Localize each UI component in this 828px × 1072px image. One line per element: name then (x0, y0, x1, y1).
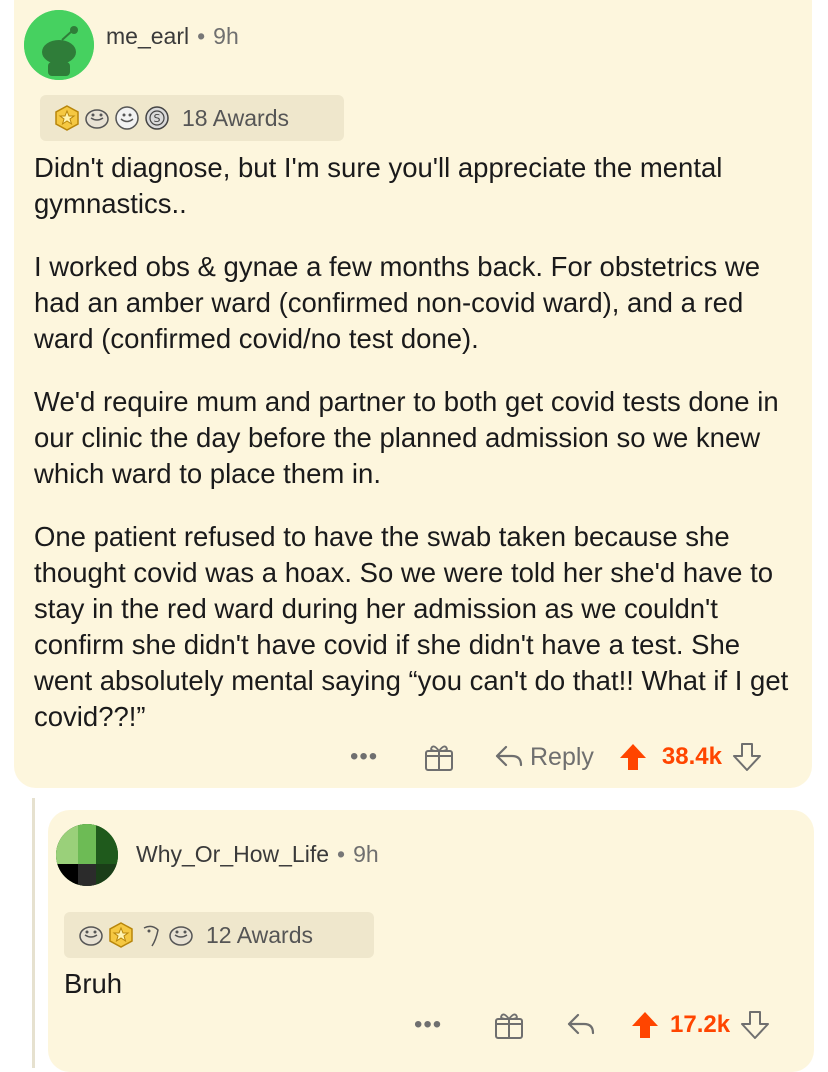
separator-dot: • (197, 23, 206, 49)
more-options-button[interactable]: ••• (414, 1011, 464, 1039)
thread-line (32, 798, 35, 1068)
comment-paragraph: We'd require mum and partner to both get… (34, 386, 779, 489)
awards-count: 18 Awards (182, 104, 289, 131)
avatar[interactable] (24, 10, 94, 80)
reply-arrow-icon (495, 745, 523, 767)
awards-bar[interactable]: S 18 Awards (40, 95, 344, 141)
awards-count: 12 Awards (206, 921, 313, 948)
downvote-arrow-icon[interactable] (740, 1010, 770, 1040)
username[interactable]: me_earl (106, 23, 189, 49)
separator-dot: • (337, 841, 346, 867)
gift-icon[interactable] (492, 1010, 526, 1040)
reply-author[interactable]: Why_Or_How_Life • 9h (136, 841, 379, 868)
reply-actions: ••• 17.2k (414, 1010, 770, 1040)
wholesome-award-icon (79, 926, 103, 946)
silver-award-icon (143, 925, 159, 947)
vote-score: 38.4k (661, 743, 722, 770)
silver-award-icon (115, 106, 139, 130)
gold-award-icon (109, 922, 133, 948)
avatar[interactable] (56, 824, 118, 886)
reply-label: Reply (530, 742, 594, 771)
gold-award-icon (55, 105, 79, 131)
downvote-arrow-icon[interactable] (732, 742, 762, 772)
reply-arrow-icon[interactable] (566, 1012, 596, 1038)
comment-actions: ••• Reply 38.4k (350, 742, 762, 772)
comment-paragraph: I worked obs & gynae a few months back. … (34, 251, 761, 354)
comment-paragraph: Didn't diagnose, but I'm sure you'll app… (34, 152, 723, 219)
wholesome-award-icon (169, 926, 193, 946)
pixel-avatar-icon (56, 824, 118, 886)
more-options-button[interactable]: ••• (350, 743, 400, 771)
awards-bar[interactable]: 12 Awards (64, 912, 374, 958)
wholesome-award-icon (85, 109, 109, 129)
upvote-arrow-icon[interactable] (618, 742, 648, 772)
reply-button[interactable]: Reply (494, 743, 594, 772)
upvote-arrow-icon[interactable] (630, 1010, 660, 1040)
coin-award-icon: S (145, 106, 169, 130)
vote-score: 17.2k (670, 1011, 731, 1038)
svg-text:S: S (154, 112, 161, 125)
comment-paragraph: One patient refused to have the swab tak… (34, 521, 789, 732)
comment-body: Didn't diagnose, but I'm sure you'll app… (34, 150, 804, 762)
timestamp: 9h (213, 23, 239, 49)
comment-author[interactable]: me_earl • 9h (106, 23, 239, 50)
snoo-avatar-icon (24, 10, 94, 80)
username[interactable]: Why_Or_How_Life (136, 841, 329, 867)
gift-icon[interactable] (422, 742, 456, 772)
timestamp: 9h (353, 841, 379, 867)
reply-body: Bruh (64, 968, 123, 999)
